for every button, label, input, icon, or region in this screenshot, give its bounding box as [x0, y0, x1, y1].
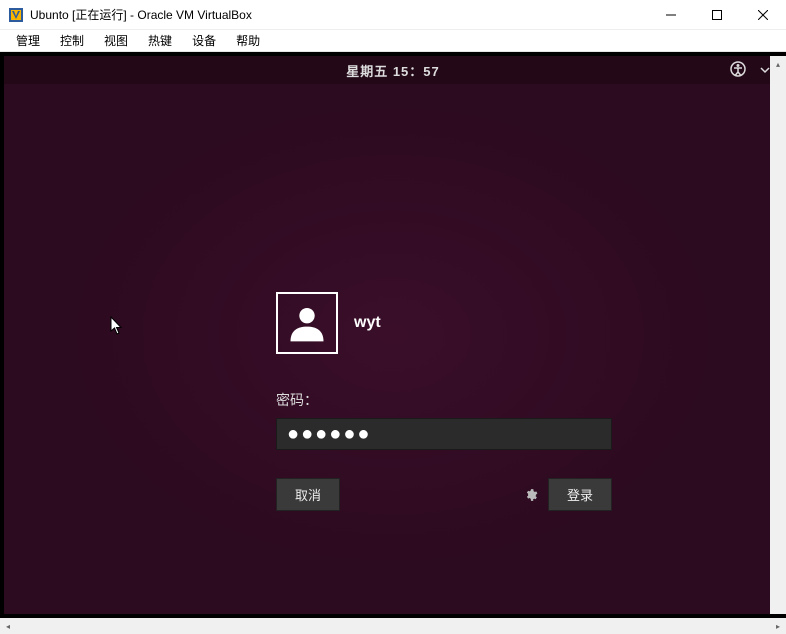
- panel-datetime: 星期五 15：57: [346, 61, 440, 80]
- accessibility-icon[interactable]: [730, 61, 746, 80]
- chevron-down-icon[interactable]: [760, 63, 770, 78]
- vm-viewport: 星期五 15：57 wyt 密码： 取消: [0, 52, 786, 618]
- close-button[interactable]: [740, 0, 786, 30]
- ubuntu-login-screen: 星期五 15：57 wyt 密码： 取消: [4, 56, 782, 614]
- virtualbox-icon: [8, 7, 24, 23]
- username: wyt: [354, 314, 381, 332]
- session-gear-icon[interactable]: [524, 488, 538, 502]
- login-box: wyt 密码： 取消 登录: [276, 292, 616, 511]
- minimize-button[interactable]: [648, 0, 694, 30]
- user-row: wyt: [276, 292, 616, 354]
- scroll-track[interactable]: [16, 618, 770, 634]
- password-label: 密码：: [276, 390, 616, 410]
- login-button[interactable]: 登录: [548, 478, 612, 511]
- window-title: Ubunto [正在运行] - Oracle VM VirtualBox: [30, 6, 648, 23]
- maximize-button[interactable]: [694, 0, 740, 30]
- titlebar: Ubunto [正在运行] - Oracle VM VirtualBox: [0, 0, 786, 30]
- vertical-scrollbar[interactable]: ▴: [770, 56, 786, 614]
- cursor-icon: [110, 316, 124, 339]
- panel-indicators: [730, 61, 770, 80]
- menu-hotkeys[interactable]: 热键: [140, 30, 180, 51]
- cancel-button[interactable]: 取消: [276, 478, 340, 511]
- menu-view[interactable]: 视图: [96, 30, 136, 51]
- ubuntu-top-panel: 星期五 15：57: [4, 56, 782, 84]
- menu-devices[interactable]: 设备: [184, 30, 224, 51]
- scroll-up-icon[interactable]: ▴: [770, 56, 786, 72]
- menu-manage[interactable]: 管理: [8, 30, 48, 51]
- horizontal-scrollbar[interactable]: ◂ ▸: [0, 618, 786, 634]
- menu-help[interactable]: 帮助: [228, 30, 268, 51]
- window-controls: [648, 0, 786, 30]
- scroll-left-icon[interactable]: ◂: [0, 622, 16, 631]
- button-row: 取消 登录: [276, 478, 612, 511]
- password-input[interactable]: [276, 418, 612, 450]
- avatar: [276, 292, 338, 354]
- scroll-right-icon[interactable]: ▸: [770, 622, 786, 631]
- menu-control[interactable]: 控制: [52, 30, 92, 51]
- menubar: 管理 控制 视图 热键 设备 帮助: [0, 30, 786, 52]
